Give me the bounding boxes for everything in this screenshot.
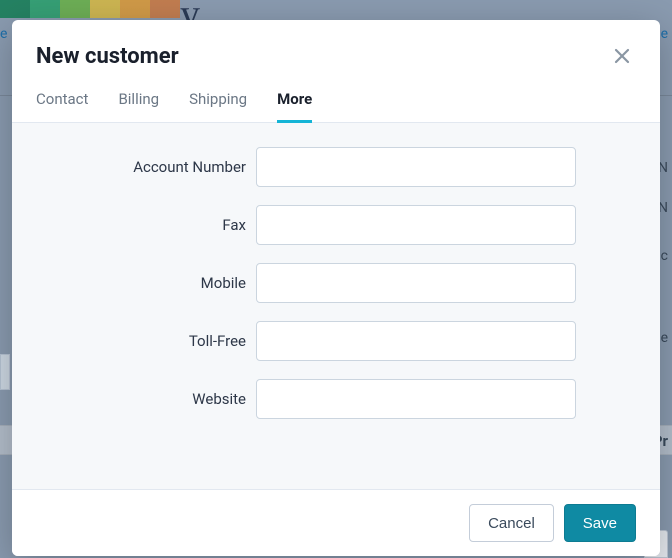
fax-input[interactable] bbox=[256, 205, 576, 245]
tab-billing[interactable]: Billing bbox=[118, 84, 159, 123]
close-icon bbox=[614, 48, 630, 64]
tab-more[interactable]: More bbox=[277, 84, 312, 123]
toll-free-label: Toll-Free bbox=[36, 332, 256, 350]
website-input[interactable] bbox=[256, 379, 576, 419]
modal-title: New customer bbox=[36, 44, 179, 69]
save-button[interactable]: Save bbox=[564, 504, 636, 542]
account-number-label: Account Number bbox=[36, 158, 256, 176]
mobile-input[interactable] bbox=[256, 263, 576, 303]
modal-body: Account Number Fax Mobile Toll-Free Webs… bbox=[12, 123, 660, 489]
form-row-website: Website bbox=[36, 379, 636, 419]
fax-label: Fax bbox=[36, 216, 256, 234]
form-row-fax: Fax bbox=[36, 205, 636, 245]
account-number-input[interactable] bbox=[256, 147, 576, 187]
toll-free-input[interactable] bbox=[256, 321, 576, 361]
modal-header: New customer bbox=[12, 20, 660, 84]
tabs: Contact Billing Shipping More bbox=[12, 84, 660, 123]
new-customer-modal: New customer Contact Billing Shipping Mo… bbox=[12, 20, 660, 556]
form-row-account-number: Account Number bbox=[36, 147, 636, 187]
form-row-toll-free: Toll-Free bbox=[36, 321, 636, 361]
website-label: Website bbox=[36, 390, 256, 408]
modal-footer: Cancel Save bbox=[12, 489, 660, 556]
mobile-label: Mobile bbox=[36, 274, 256, 292]
bg-text-fragment: e bbox=[0, 26, 7, 42]
close-button[interactable] bbox=[608, 42, 636, 70]
bg-box bbox=[0, 354, 10, 390]
bg-logo-stripes bbox=[0, 0, 672, 18]
tab-contact[interactable]: Contact bbox=[36, 84, 88, 123]
cancel-button[interactable]: Cancel bbox=[469, 504, 554, 542]
tab-shipping[interactable]: Shipping bbox=[189, 84, 247, 123]
form-row-mobile: Mobile bbox=[36, 263, 636, 303]
